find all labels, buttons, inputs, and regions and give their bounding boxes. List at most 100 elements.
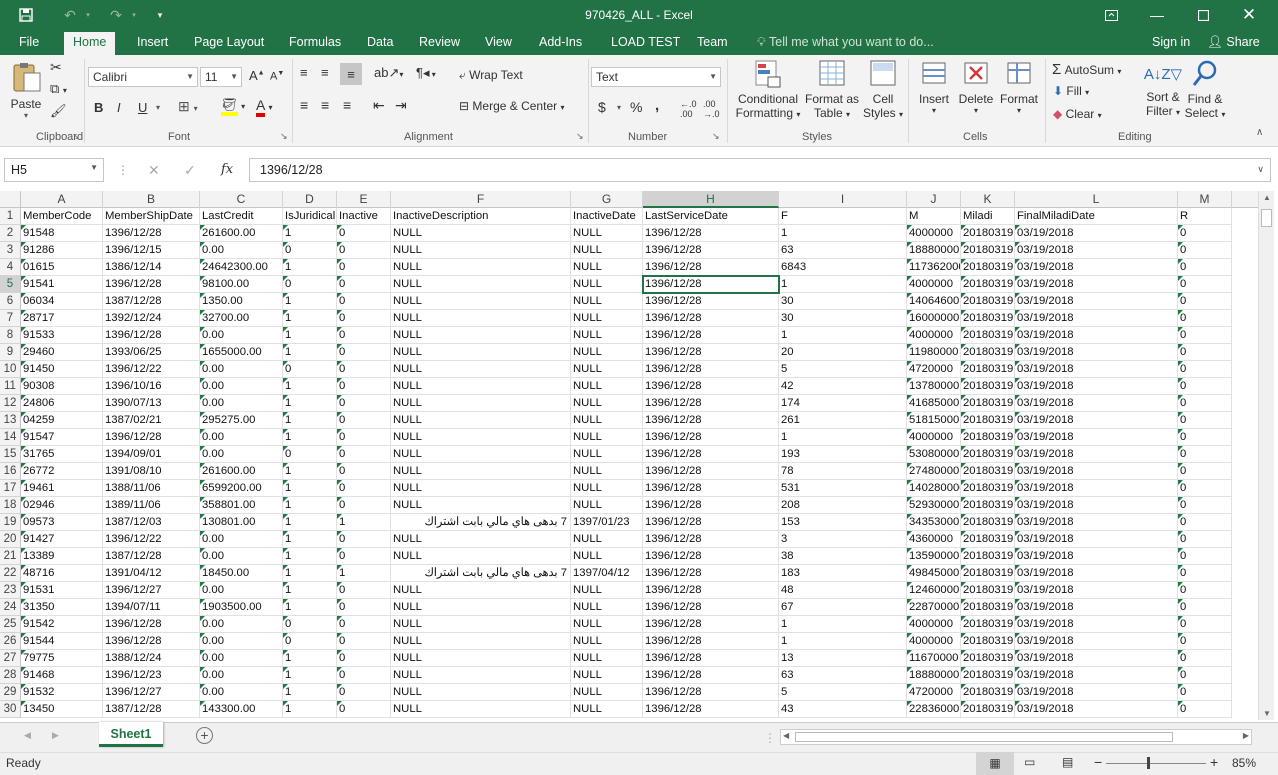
table-cell[interactable]: 20180319: [961, 463, 1015, 480]
table-cell[interactable]: 1396/12/28: [643, 565, 779, 582]
table-cell[interactable]: 78: [779, 463, 907, 480]
table-cell[interactable]: 1: [779, 327, 907, 344]
format-cells-button[interactable]: Format ▾: [998, 59, 1040, 115]
table-cell[interactable]: 03/19/2018: [1015, 599, 1178, 616]
row-header[interactable]: 4: [0, 259, 21, 276]
decrease-decimal-icon[interactable]: .00 →.0: [703, 99, 720, 119]
table-cell[interactable]: 0: [337, 412, 391, 429]
table-cell[interactable]: NULL: [571, 259, 643, 276]
table-cell[interactable]: 261: [779, 412, 907, 429]
table-cell[interactable]: 27480000: [907, 463, 961, 480]
dialog-launcher-icon[interactable]: ↘: [72, 131, 80, 142]
table-cell[interactable]: 0: [337, 667, 391, 684]
table-cell[interactable]: NULL: [391, 650, 571, 667]
table-cell[interactable]: 38: [779, 548, 907, 565]
table-cell[interactable]: 20180319: [961, 497, 1015, 514]
table-cell[interactable]: 13780000: [907, 378, 961, 395]
table-cell[interactable]: 79775: [21, 650, 103, 667]
tab-data[interactable]: Data: [358, 34, 402, 55]
row-header[interactable]: 9: [0, 344, 21, 361]
table-cell[interactable]: 153: [779, 514, 907, 531]
table-cell[interactable]: 03/19/2018: [1015, 327, 1178, 344]
table-cell[interactable]: 0: [337, 276, 391, 293]
row-header[interactable]: 6: [0, 293, 21, 310]
table-cell[interactable]: 261600.00: [200, 225, 283, 242]
table-cell[interactable]: 0: [337, 582, 391, 599]
table-cell[interactable]: 02946: [21, 497, 103, 514]
table-cell[interactable]: 0: [1178, 701, 1232, 718]
ribbon-display-options-icon[interactable]: [1098, 0, 1124, 30]
table-cell[interactable]: 1396/12/23: [103, 667, 200, 684]
table-cell[interactable]: 22836000: [907, 701, 961, 718]
table-cell[interactable]: 6599200.00: [200, 480, 283, 497]
table-cell[interactable]: 1387/12/28: [103, 701, 200, 718]
row-header[interactable]: 3: [0, 242, 21, 259]
table-cell[interactable]: 20180319: [961, 327, 1015, 344]
table-cell[interactable]: 0: [337, 344, 391, 361]
table-cell[interactable]: 0.00: [200, 582, 283, 599]
table-cell[interactable]: 0: [1178, 310, 1232, 327]
align-middle-icon[interactable]: ≡: [321, 65, 329, 80]
table-cell[interactable]: NULL: [391, 480, 571, 497]
table-cell[interactable]: 0: [337, 548, 391, 565]
table-cell[interactable]: 18880000: [907, 667, 961, 684]
table-cell[interactable]: 140280000: [907, 480, 961, 497]
table-cell[interactable]: 1396/12/28: [643, 684, 779, 701]
table-cell[interactable]: 03/19/2018: [1015, 276, 1178, 293]
table-cell[interactable]: 0: [1178, 395, 1232, 412]
scroll-right-icon[interactable]: ▶: [1243, 731, 1249, 740]
number-format-dropdown[interactable]: Text ▼: [591, 67, 721, 87]
row-header[interactable]: 11: [0, 378, 21, 395]
table-cell[interactable]: 0: [283, 361, 337, 378]
table-cell[interactable]: 03/19/2018: [1015, 582, 1178, 599]
table-cell[interactable]: 0: [283, 242, 337, 259]
table-cell[interactable]: 20180319: [961, 531, 1015, 548]
table-cell[interactable]: 0: [337, 480, 391, 497]
table-cell[interactable]: 0.00: [200, 548, 283, 565]
column-header-b[interactable]: B: [103, 191, 200, 208]
table-cell[interactable]: 20180319: [961, 378, 1015, 395]
table-cell[interactable]: 1396/12/15: [103, 242, 200, 259]
table-cell[interactable]: 1396/12/28: [643, 463, 779, 480]
table-cell[interactable]: 1: [283, 582, 337, 599]
redo-icon[interactable]: ↷: [104, 0, 128, 30]
table-cell[interactable]: 43: [779, 701, 907, 718]
row-header[interactable]: 13: [0, 412, 21, 429]
minimize-icon[interactable]: —: [1144, 0, 1170, 30]
table-cell[interactable]: 1396/12/28: [643, 531, 779, 548]
table-cell[interactable]: 0: [1178, 361, 1232, 378]
font-size-dropdown[interactable]: 11 ▼: [200, 67, 242, 87]
table-cell[interactable]: NULL: [391, 497, 571, 514]
borders-icon[interactable]: ⊞ ▾: [178, 98, 198, 115]
paste-button[interactable]: Paste ▾: [8, 61, 44, 120]
table-cell[interactable]: 7 بدهی هاي مالي بابت اشتراك: [391, 565, 571, 582]
table-cell[interactable]: 1390/07/13: [103, 395, 200, 412]
row-header[interactable]: 29: [0, 684, 21, 701]
table-cell[interactable]: 4720000: [907, 684, 961, 701]
table-cell[interactable]: 0: [1178, 514, 1232, 531]
header-cell[interactable]: LastCredit: [200, 208, 283, 225]
table-cell[interactable]: 0: [337, 531, 391, 548]
table-cell[interactable]: 03/19/2018: [1015, 429, 1178, 446]
table-cell[interactable]: 29460: [21, 344, 103, 361]
table-cell[interactable]: 1393/06/25: [103, 344, 200, 361]
cut-icon[interactable]: ✂: [50, 59, 62, 76]
header-cell[interactable]: Inactive: [337, 208, 391, 225]
comma-button[interactable]: ,: [655, 97, 659, 114]
row-header[interactable]: 20: [0, 531, 21, 548]
table-cell[interactable]: 1396/12/28: [643, 650, 779, 667]
find-select-button[interactable]: Find & Select ▾: [1184, 59, 1226, 120]
insert-cells-button[interactable]: Insert ▾: [914, 59, 954, 115]
table-cell[interactable]: 48: [779, 582, 907, 599]
table-cell[interactable]: 0: [337, 242, 391, 259]
table-cell[interactable]: NULL: [571, 327, 643, 344]
formula-input[interactable]: 1396/12/28 ∨: [249, 158, 1271, 182]
table-cell[interactable]: 03/19/2018: [1015, 310, 1178, 327]
table-cell[interactable]: 0: [337, 497, 391, 514]
table-cell[interactable]: 18880000: [907, 242, 961, 259]
table-cell[interactable]: 193: [779, 446, 907, 463]
table-cell[interactable]: NULL: [571, 276, 643, 293]
table-cell[interactable]: 1: [779, 429, 907, 446]
table-cell[interactable]: 1386/12/14: [103, 259, 200, 276]
zoom-out-icon[interactable]: −: [1094, 754, 1102, 770]
